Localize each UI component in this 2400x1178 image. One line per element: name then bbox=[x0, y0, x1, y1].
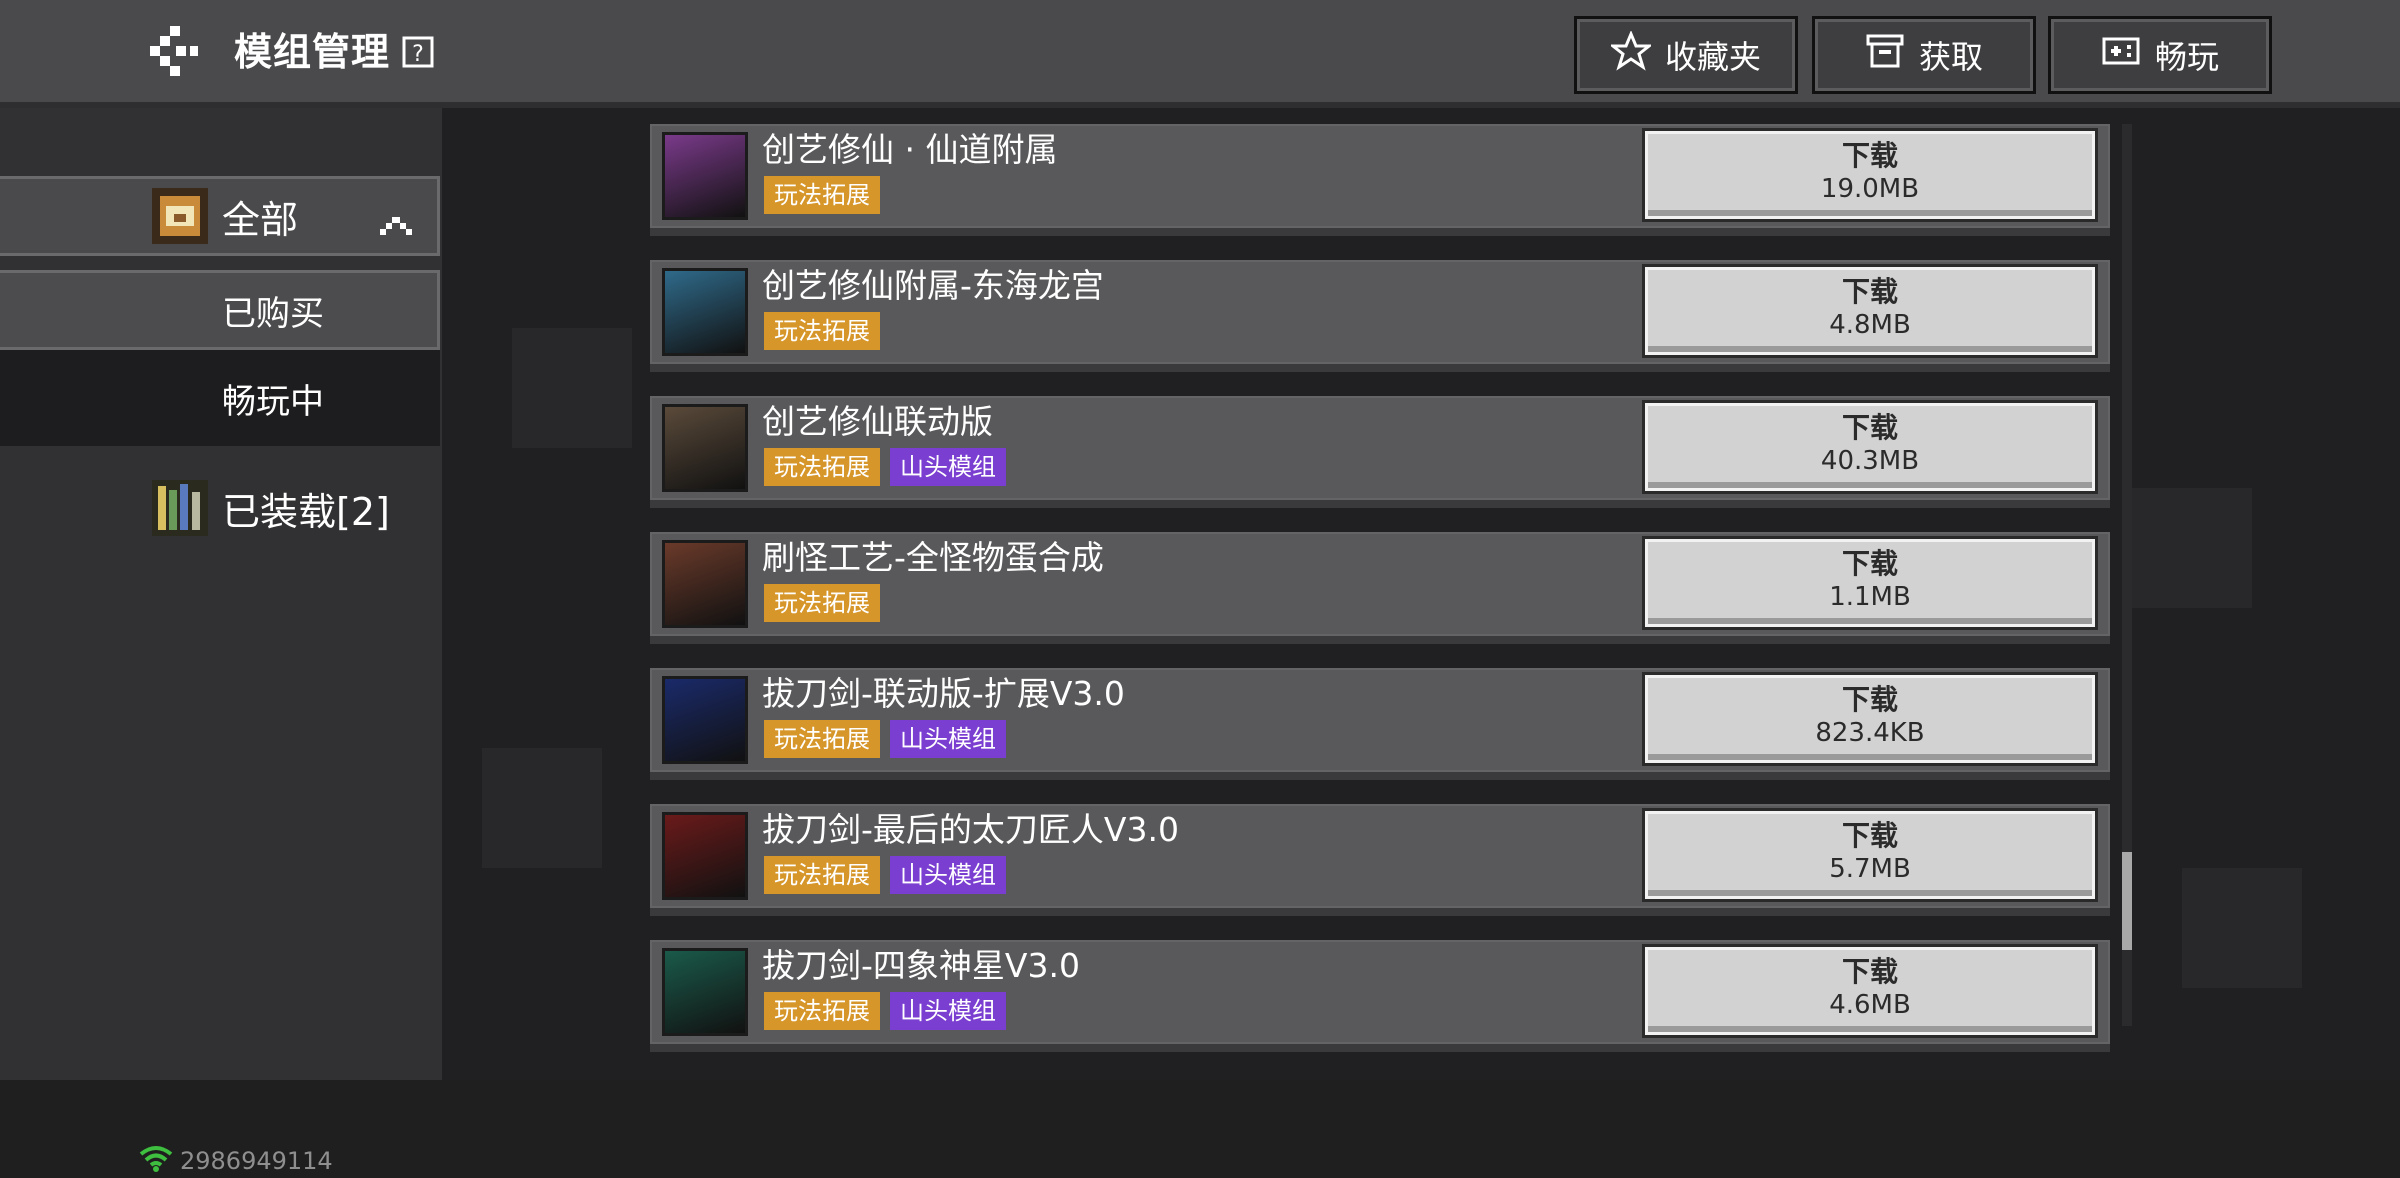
mod-thumbnail bbox=[662, 812, 748, 900]
sidebar: 全部 已购买 畅玩中 已装载[2] 2986949114 bbox=[0, 108, 442, 1175]
sidebar-item-label: 已购买 bbox=[222, 293, 324, 334]
svg-text:?: ? bbox=[412, 42, 424, 67]
tag-mountain: 山头模组 bbox=[890, 992, 1006, 1030]
mod-row[interactable]: 拔刀剑-联动版-扩展V3.0 玩法拓展 山头模组 下载 823.4KB bbox=[650, 668, 2110, 780]
bookshelf-icon bbox=[152, 480, 208, 536]
tag-gameplay: 玩法拓展 bbox=[764, 856, 880, 894]
download-label: 下载 bbox=[1841, 411, 1898, 444]
download-button[interactable]: 下载 1.1MB bbox=[1642, 536, 2098, 630]
mod-thumbnail bbox=[662, 404, 748, 492]
download-button[interactable]: 下载 4.6MB bbox=[1642, 944, 2098, 1038]
mod-title: 创艺修仙 · 仙道附属 bbox=[762, 130, 1058, 169]
mod-tags: 玩法拓展 山头模组 bbox=[764, 992, 1006, 1030]
mod-thumbnail bbox=[662, 132, 748, 220]
download-label: 下载 bbox=[1841, 955, 1898, 988]
mod-title: 拔刀剑-联动版-扩展V3.0 bbox=[762, 674, 1125, 713]
tag-gameplay: 玩法拓展 bbox=[764, 312, 880, 350]
mod-tags: 玩法拓展 山头模组 bbox=[764, 720, 1006, 758]
download-size: 4.8MB bbox=[1829, 310, 1911, 340]
download-size: 823.4KB bbox=[1815, 718, 1925, 748]
back-icon[interactable] bbox=[140, 26, 200, 78]
favorites-label: 收藏夹 bbox=[1664, 38, 1761, 76]
download-label: 下载 bbox=[1841, 139, 1898, 172]
mod-title: 拔刀剑-四象神星V3.0 bbox=[762, 946, 1080, 985]
wifi-icon bbox=[138, 1144, 174, 1178]
background-tile bbox=[2132, 488, 2252, 608]
download-button[interactable]: 下载 19.0MB bbox=[1642, 128, 2098, 222]
sidebar-item-playing[interactable]: 畅玩中 bbox=[0, 350, 440, 446]
tag-gameplay: 玩法拓展 bbox=[764, 720, 880, 758]
box-icon bbox=[1865, 31, 1905, 79]
mod-tags: 玩法拓展 山头模组 bbox=[764, 448, 1006, 486]
mod-thumbnail bbox=[662, 948, 748, 1036]
mod-tags: 玩法拓展 山头模组 bbox=[764, 856, 1006, 894]
download-size: 40.3MB bbox=[1820, 446, 1920, 476]
mod-title: 刷怪工艺-全怪物蛋合成 bbox=[762, 538, 1104, 577]
chest-icon bbox=[152, 188, 208, 244]
background-tile bbox=[482, 748, 602, 868]
download-size: 4.6MB bbox=[1829, 990, 1911, 1020]
tag-gameplay: 玩法拓展 bbox=[764, 584, 880, 622]
mod-title: 创艺修仙联动版 bbox=[762, 402, 993, 441]
sidebar-item-loaded[interactable]: 已装载[2] bbox=[0, 468, 440, 548]
mod-title: 拔刀剑-最后的太刀匠人V3.0 bbox=[762, 810, 1179, 849]
chevron-up-icon[interactable] bbox=[378, 204, 414, 235]
mod-thumbnail bbox=[662, 540, 748, 628]
play-label: 畅玩 bbox=[2154, 38, 2219, 76]
background-tile bbox=[512, 328, 632, 448]
download-button[interactable]: 下载 823.4KB bbox=[1642, 672, 2098, 766]
play-button[interactable]: 畅玩 bbox=[2048, 16, 2272, 94]
tag-gameplay: 玩法拓展 bbox=[764, 448, 880, 486]
download-label: 下载 bbox=[1841, 547, 1898, 580]
mod-row[interactable]: 拔刀剑-最后的太刀匠人V3.0 玩法拓展 山头模组 下载 5.7MB bbox=[650, 804, 2110, 916]
tag-gameplay: 玩法拓展 bbox=[764, 176, 880, 214]
mod-row[interactable]: 拔刀剑-四象神星V3.0 玩法拓展 山头模组 下载 4.6MB bbox=[650, 940, 2110, 1052]
mod-thumbnail bbox=[662, 676, 748, 764]
download-button[interactable]: 下载 4.8MB bbox=[1642, 264, 2098, 358]
download-size: 5.7MB bbox=[1829, 854, 1911, 884]
scrollbar-thumb[interactable] bbox=[2122, 852, 2132, 950]
download-button[interactable]: 下载 40.3MB bbox=[1642, 400, 2098, 494]
help-icon[interactable]: ? bbox=[402, 36, 434, 68]
tag-mountain: 山头模组 bbox=[890, 448, 1006, 486]
mod-tags: 玩法拓展 bbox=[764, 312, 880, 350]
get-button[interactable]: 获取 bbox=[1812, 16, 2036, 94]
download-label: 下载 bbox=[1841, 275, 1898, 308]
network-status: 2986949114 bbox=[138, 1144, 333, 1178]
download-size: 1.1MB bbox=[1829, 582, 1911, 612]
get-label: 获取 bbox=[1918, 38, 1983, 76]
star-icon bbox=[1608, 30, 1654, 79]
mod-row[interactable]: 创艺修仙 · 仙道附属 玩法拓展 下载 19.0MB bbox=[650, 124, 2110, 236]
sidebar-item-all[interactable]: 全部 bbox=[0, 176, 440, 256]
background-tile bbox=[2182, 868, 2302, 988]
tag-mountain: 山头模组 bbox=[890, 720, 1006, 758]
download-size: 19.0MB bbox=[1820, 174, 1920, 204]
tag-mountain: 山头模组 bbox=[890, 856, 1006, 894]
mod-row[interactable]: 刷怪工艺-全怪物蛋合成 玩法拓展 下载 1.1MB bbox=[650, 532, 2110, 644]
favorites-button[interactable]: 收藏夹 bbox=[1574, 16, 1798, 94]
mod-row[interactable]: 创艺修仙联动版 玩法拓展 山头模组 下载 40.3MB bbox=[650, 396, 2110, 508]
mod-tags: 玩法拓展 bbox=[764, 584, 880, 622]
download-button[interactable]: 下载 5.7MB bbox=[1642, 808, 2098, 902]
mod-tags: 玩法拓展 bbox=[764, 176, 880, 214]
sidebar-item-label: 全部 bbox=[222, 197, 299, 242]
sidebar-item-bought[interactable]: 已购买 bbox=[0, 270, 440, 350]
mod-title: 创艺修仙附属-东海龙宫 bbox=[762, 266, 1104, 305]
tag-gameplay: 玩法拓展 bbox=[764, 992, 880, 1030]
download-label: 下载 bbox=[1841, 683, 1898, 716]
gamepad-icon bbox=[2101, 31, 2141, 79]
mod-row[interactable]: 创艺修仙附属-东海龙宫 玩法拓展 下载 4.8MB bbox=[650, 260, 2110, 372]
mod-thumbnail bbox=[662, 268, 748, 356]
sidebar-item-label: 已装载[2] bbox=[222, 489, 390, 534]
page-title: 模组管理 bbox=[234, 30, 391, 74]
network-id: 2986949114 bbox=[180, 1147, 333, 1175]
download-label: 下载 bbox=[1841, 819, 1898, 852]
sidebar-item-label: 畅玩中 bbox=[222, 381, 324, 422]
top-bar: 模组管理 ? 收藏夹 获取 畅玩 bbox=[0, 0, 2400, 108]
